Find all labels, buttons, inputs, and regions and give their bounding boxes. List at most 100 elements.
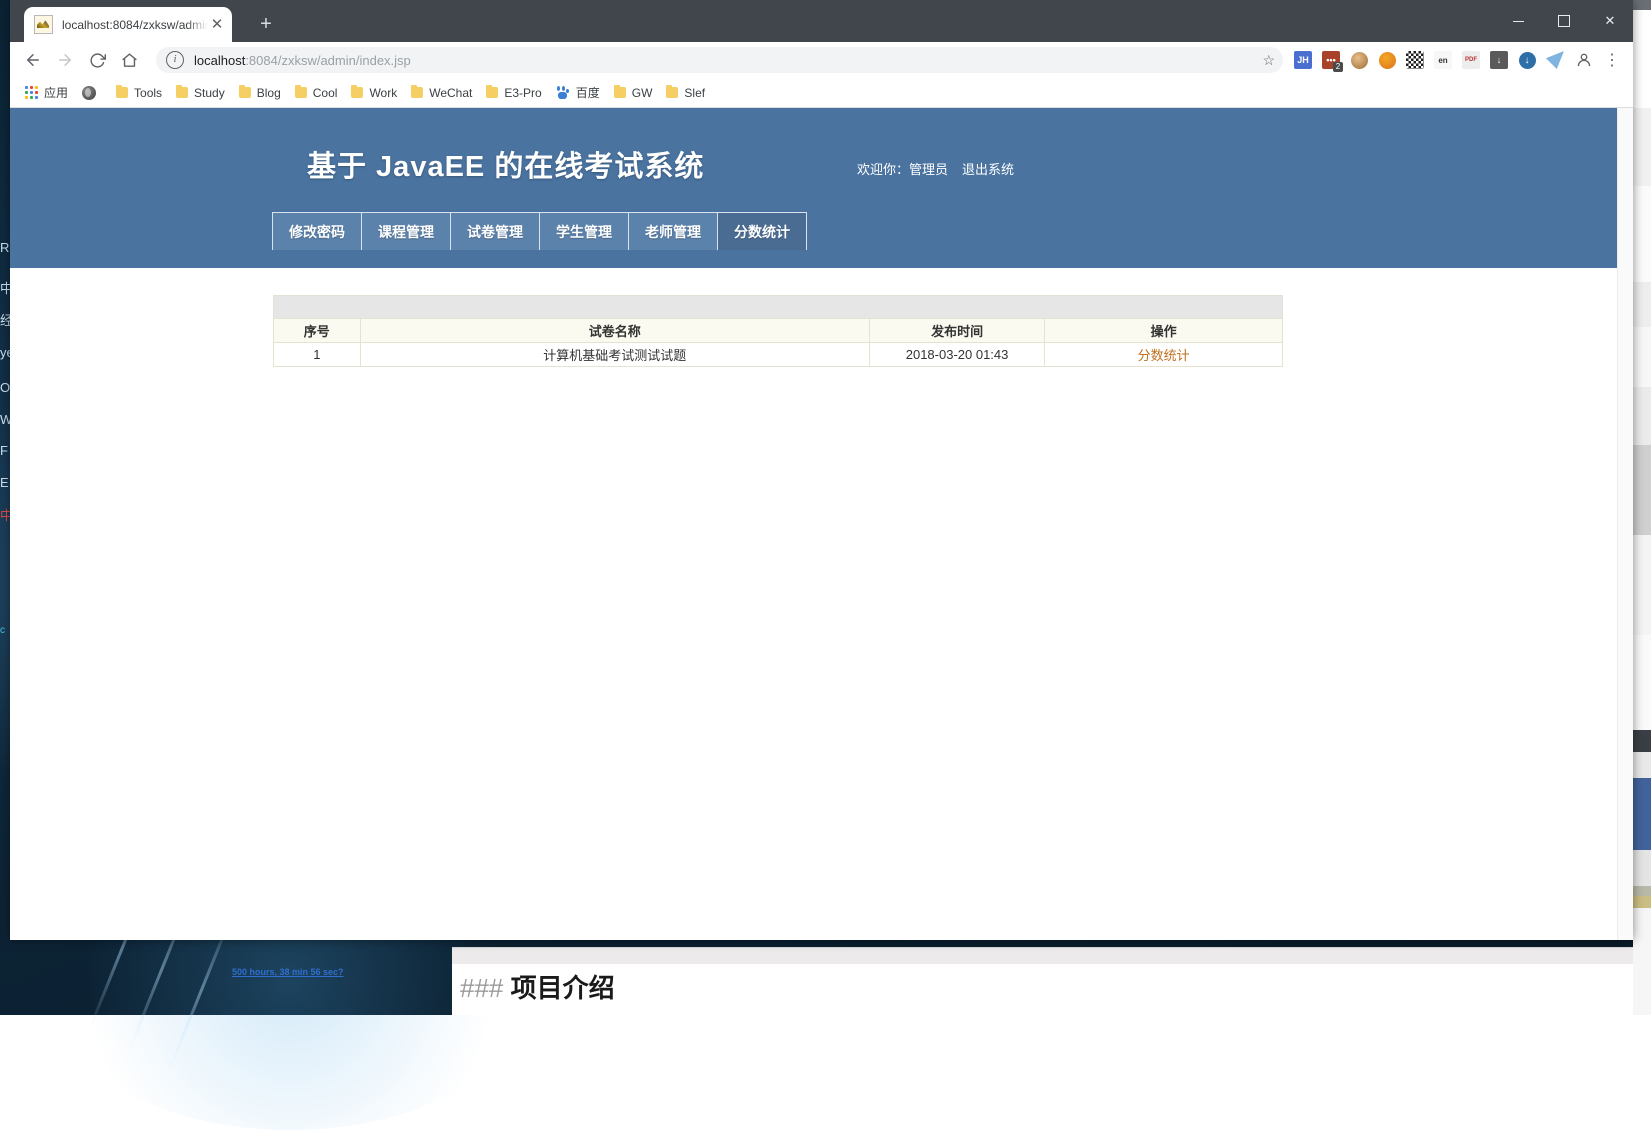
window-close-button[interactable]: ✕ xyxy=(1587,0,1633,42)
bookmark-label: Slef xyxy=(684,86,705,100)
folder-icon xyxy=(295,87,307,98)
bookmark-apps[interactable]: 应用 xyxy=(18,82,75,104)
window-minimize-button[interactable] xyxy=(1495,0,1541,42)
table-header-operation: 操作 xyxy=(1045,319,1283,343)
tab-favicon-icon xyxy=(34,15,53,34)
bg-document-heading: ### 项目介绍 xyxy=(460,968,615,1005)
folder-icon xyxy=(486,87,498,98)
folder-icon xyxy=(411,87,423,98)
site-info-icon[interactable]: i xyxy=(166,51,184,69)
cell-operation: 分数统计 xyxy=(1045,343,1283,367)
bookmark-label: 应用 xyxy=(44,84,68,101)
site-banner: 基于 JavaEE 的在线考试系统 欢迎你：管理员 退出系统 修改密码 课程管理… xyxy=(10,108,1633,268)
bg-bottom-strip: 500 hours, 38 min 56 sec? ### 项目介绍 xyxy=(0,947,1651,1015)
table-header-index: 序号 xyxy=(274,319,361,343)
window-controls: ✕ xyxy=(1495,0,1633,42)
profile-button[interactable] xyxy=(1569,45,1599,75)
table-header-row: 序号 试卷名称 发布时间 操作 xyxy=(274,319,1283,343)
kiwi-extension-icon[interactable] xyxy=(1541,46,1569,74)
bookmark-globe[interactable] xyxy=(75,82,109,104)
globe-icon xyxy=(82,86,96,100)
jh-extension-icon[interactable]: JH xyxy=(1289,46,1317,74)
bookmark-slef[interactable]: Slef xyxy=(659,82,712,104)
pdf-extension-icon[interactable]: PDF xyxy=(1457,46,1485,74)
logout-link[interactable]: 退出系统 xyxy=(962,159,1014,178)
bookmark-label: Study xyxy=(194,86,225,100)
page-content: 序号 试卷名称 发布时间 操作 1 计算机基础考试测试试题 2018-03-20… xyxy=(10,268,1633,367)
browser-menu-button[interactable]: ⋮ xyxy=(1599,45,1625,75)
bookmark-work[interactable]: Work xyxy=(344,82,404,104)
forward-button[interactable] xyxy=(50,45,80,75)
page-title: 基于 JavaEE 的在线考试系统 xyxy=(307,143,704,185)
bg-document-panel: ### 项目介绍 xyxy=(452,947,1651,1015)
bookmark-e3-pro[interactable]: E3-Pro xyxy=(479,82,548,104)
bg-doc-heading-text: 项目介绍 xyxy=(511,973,615,1003)
folder-icon xyxy=(351,87,363,98)
bookmark-label: 百度 xyxy=(576,84,600,101)
notes-extension-icon[interactable]: ••• 2 xyxy=(1317,46,1345,74)
bookmark-cool[interactable]: Cool xyxy=(288,82,345,104)
bg-right-windows xyxy=(1633,0,1651,1015)
new-tab-button[interactable]: + xyxy=(253,11,279,37)
bookmark-label: WeChat xyxy=(429,86,472,100)
score-statistics-link[interactable]: 分数统计 xyxy=(1138,348,1190,363)
tab-score-statistics[interactable]: 分数统计 xyxy=(718,212,807,250)
browser-window: localhost:8084/zxksw/admin/index.jsp ✕ +… xyxy=(10,0,1633,940)
bookmark-blog[interactable]: Blog xyxy=(232,82,288,104)
page-viewport: 基于 JavaEE 的在线考试系统 欢迎你：管理员 退出系统 修改密码 课程管理… xyxy=(10,108,1633,940)
reload-button[interactable] xyxy=(82,45,112,75)
tab-paper-management[interactable]: 试卷管理 xyxy=(451,212,540,250)
browser-tab-strip: localhost:8084/zxksw/admin/index.jsp ✕ +… xyxy=(10,0,1633,42)
home-button[interactable] xyxy=(114,45,144,75)
cell-paper-name: 计算机基础考试测试试题 xyxy=(360,343,869,367)
folder-icon xyxy=(666,87,678,98)
bookmark-tools[interactable]: Tools xyxy=(109,82,169,104)
folder-icon xyxy=(176,87,188,98)
qrcode-extension-icon[interactable] xyxy=(1401,46,1429,74)
monkey-extension-icon[interactable] xyxy=(1345,46,1373,74)
score-statistics-table: 序号 试卷名称 发布时间 操作 1 计算机基础考试测试试题 2018-03-20… xyxy=(273,295,1283,367)
tab-close-icon[interactable]: ✕ xyxy=(208,16,226,34)
table-caption-cell xyxy=(274,296,1283,319)
save-extension-icon[interactable]: ↓ xyxy=(1513,46,1541,74)
bookmark-label: E3-Pro xyxy=(504,86,541,100)
table-header-paper: 试卷名称 xyxy=(360,319,869,343)
window-maximize-button[interactable] xyxy=(1541,0,1587,42)
tab-title: localhost:8084/zxksw/admin/index.jsp xyxy=(62,18,208,32)
bookmark-gw[interactable]: GW xyxy=(607,82,660,104)
bg-document-header xyxy=(452,948,1651,964)
table-row: 1 计算机基础考试测试试题 2018-03-20 01:43 分数统计 xyxy=(274,343,1283,367)
bookmark-wechat[interactable]: WeChat xyxy=(404,82,479,104)
url-path: :8084/zxksw/admin/index.jsp xyxy=(245,53,410,68)
bookmark-label: Work xyxy=(369,86,397,100)
tab-student-management[interactable]: 学生管理 xyxy=(540,212,629,250)
bg-bottom-link: 500 hours, 38 min 56 sec? xyxy=(232,967,344,977)
bg-doc-hashes: ### xyxy=(460,973,503,1003)
bookmark-star-icon[interactable]: ☆ xyxy=(1262,52,1275,69)
address-bar[interactable]: i localhost:8084/zxksw/admin/index.jsp ☆ xyxy=(156,47,1283,73)
folder-icon xyxy=(614,87,626,98)
tab-change-password[interactable]: 修改密码 xyxy=(273,212,362,250)
translate-extension-icon[interactable]: en xyxy=(1429,46,1457,74)
table-header-time: 发布时间 xyxy=(869,319,1044,343)
circle-extension-icon[interactable] xyxy=(1373,46,1401,74)
page-scrollbar[interactable] xyxy=(1617,108,1633,940)
folder-icon xyxy=(239,87,251,98)
bookmark-baidu[interactable]: 百度 xyxy=(549,82,607,104)
main-nav-tabs: 修改密码 课程管理 试卷管理 学生管理 老师管理 分数统计 xyxy=(272,212,807,250)
address-bar-url: localhost:8084/zxksw/admin/index.jsp xyxy=(194,53,411,68)
notes-extension-badge: 2 xyxy=(1333,62,1343,72)
bookmark-label: GW xyxy=(632,86,653,100)
bookmark-study[interactable]: Study xyxy=(169,82,232,104)
browser-tab[interactable]: localhost:8084/zxksw/admin/index.jsp ✕ xyxy=(24,7,232,42)
tab-course-management[interactable]: 课程管理 xyxy=(362,212,451,250)
table-caption-row xyxy=(274,296,1283,319)
bookmark-label: Cool xyxy=(313,86,338,100)
welcome-text: 欢迎你：管理员 xyxy=(857,159,948,178)
back-button[interactable] xyxy=(18,45,48,75)
browser-toolbar: i localhost:8084/zxksw/admin/index.jsp ☆… xyxy=(10,42,1633,78)
download-extension-icon[interactable]: ↓ xyxy=(1485,46,1513,74)
user-area: 欢迎你：管理员 退出系统 xyxy=(857,159,1014,178)
bookmark-label: Tools xyxy=(134,86,162,100)
tab-teacher-management[interactable]: 老师管理 xyxy=(629,212,718,250)
